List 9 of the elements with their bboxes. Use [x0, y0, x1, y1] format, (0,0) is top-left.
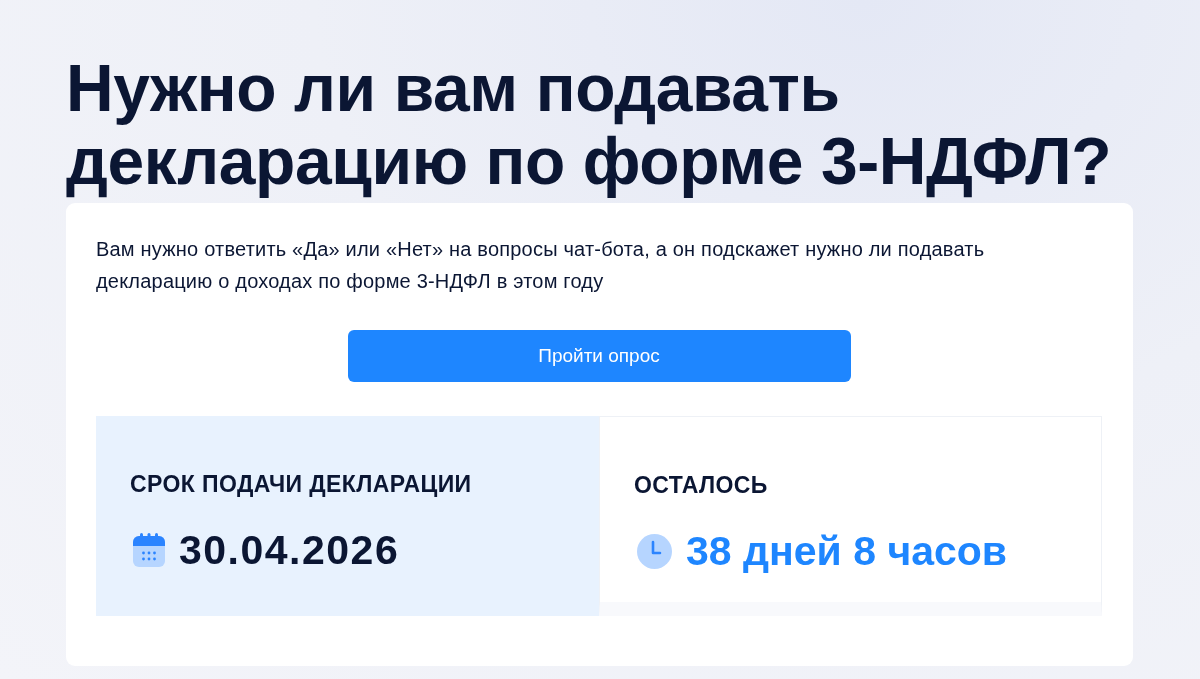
calendar-icon [133, 533, 165, 567]
time-remaining: 38 дней 8 часов [686, 528, 1008, 574]
page-title: Нужно ли вам подавать декларацию по форме 3-НДФЛ? [66, 52, 1113, 198]
clock-icon [637, 533, 672, 569]
start-survey-button[interactable]: Пройти опрос [347, 330, 851, 382]
panel-label: СРОК ПОДАЧИ ДЕКЛАРАЦИИ [130, 470, 473, 498]
deadline-date: 30.04.2026 [179, 527, 400, 573]
panel-label: ОСТАЛОСЬ [634, 471, 769, 499]
description-text: Вам нужно ответить «Да» или «Нет» на вопросы чат-бота, а он подскажет нужно ли подавать декларацию о доходах по форме 3-НДФЛ в этом году [96, 237, 986, 294]
